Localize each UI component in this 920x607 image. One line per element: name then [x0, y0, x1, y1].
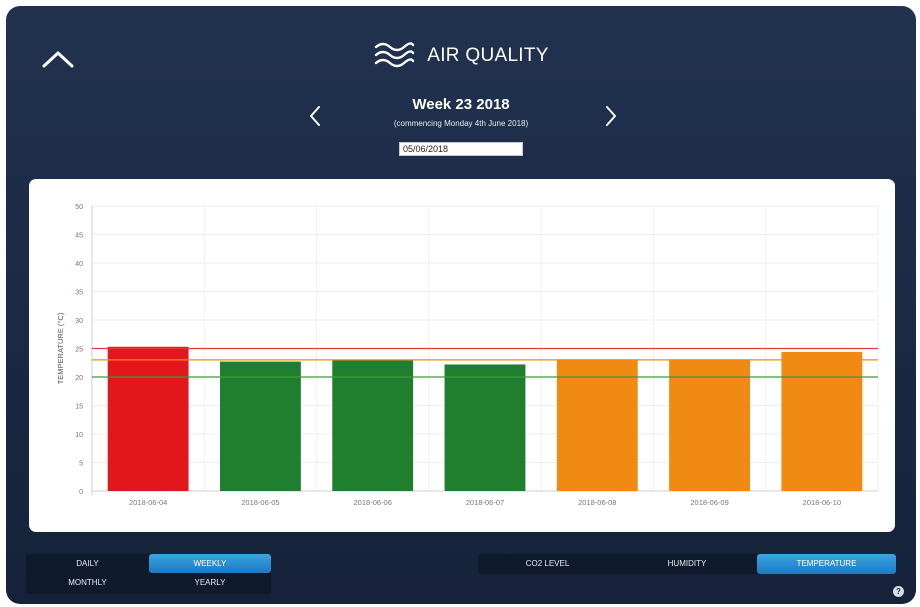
week-title: Week 23 2018: [412, 96, 510, 113]
x-tick-label: 2018-06-10: [803, 498, 841, 507]
x-tick-label: 2018-06-07: [466, 498, 504, 507]
x-tick-label: 2018-06-06: [354, 498, 392, 507]
temperature-chart: 0 5 10 15 20 25 30 35 40 45 50 2018-06-04 2018-06-05…: [56, 204, 879, 507]
bar-2018-06-04: [107, 346, 189, 491]
y-tick-label: 35: [75, 290, 83, 297]
bar-2018-06-10: [781, 351, 863, 491]
y-tick-label: 15: [75, 404, 83, 411]
chevron-right-icon[interactable]: [600, 101, 622, 131]
y-tick-label: 25: [75, 347, 83, 354]
y-axis-label: TEMPERATURE (°C): [56, 312, 65, 384]
y-tick-label: 10: [75, 432, 83, 439]
bar-2018-06-07: [444, 364, 526, 491]
daily-button[interactable]: DAILY: [26, 554, 149, 573]
bar-2018-06-09: [669, 359, 750, 491]
y-tick-label: 50: [75, 204, 83, 211]
x-tick-label: 2018-06-08: [578, 498, 616, 507]
co2-level-button[interactable]: CO2 LEVEL: [478, 554, 617, 574]
chart-card: 0 5 10 15 20 25 30 35 40 45 50 2018-06-04 2018-06-05…: [29, 179, 895, 532]
y-tick-label: 45: [75, 233, 83, 240]
page-header: AIR QUALITY: [6, 39, 916, 78]
yearly-button[interactable]: YEARLY: [149, 573, 271, 592]
app-frame: AIR QUALITY Week 23 2018 (commencing Mon…: [6, 6, 916, 604]
date-input[interactable]: [399, 142, 523, 156]
week-subtitle: (commencing Monday 4th June 2018): [393, 119, 529, 128]
metric-selector: CO2 LEVEL HUMIDITY TEMPERATURE: [478, 554, 896, 574]
y-tick-label: 20: [75, 375, 83, 382]
weekly-button[interactable]: WEEKLY: [149, 554, 271, 573]
monthly-button[interactable]: MONTHLY: [26, 573, 149, 592]
y-tick-label: 5: [79, 461, 83, 468]
y-tick-label: 40: [75, 261, 83, 268]
x-tick-label: 2018-06-05: [241, 498, 279, 507]
y-tick-label: 30: [75, 318, 83, 325]
bar-2018-06-06: [332, 360, 414, 491]
bar-2018-06-08: [556, 359, 638, 491]
y-tick-label: 0: [79, 489, 83, 496]
page-title: AIR QUALITY: [427, 45, 549, 66]
period-selector: DAILY WEEKLY MONTHLY YEARLY: [26, 554, 271, 594]
x-tick-label: 2018-06-09: [690, 498, 728, 507]
humidity-button[interactable]: HUMIDITY: [617, 554, 757, 574]
bar-2018-06-05: [220, 361, 301, 491]
wind-waves-icon: [375, 42, 415, 68]
x-tick-label: 2018-06-04: [129, 498, 167, 507]
temperature-button[interactable]: TEMPERATURE: [757, 554, 896, 574]
help-icon[interactable]: ?: [893, 586, 904, 597]
